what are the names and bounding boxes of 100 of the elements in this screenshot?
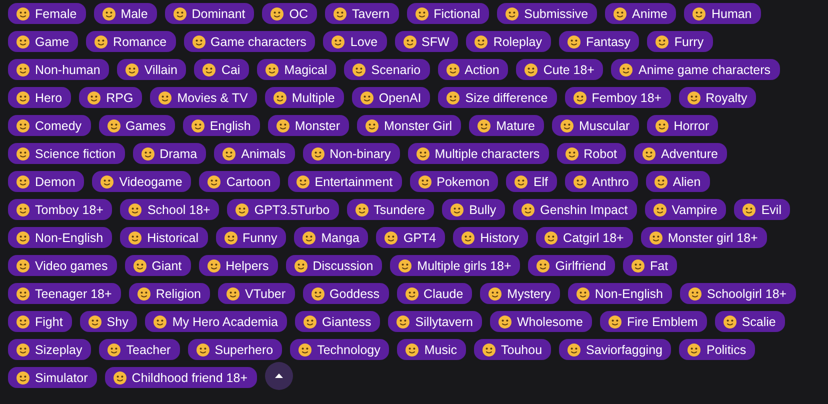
tag-button[interactable]: RPG — [79, 87, 142, 108]
tag-button[interactable]: Helpers — [198, 255, 278, 276]
tag-button[interactable]: Funny — [216, 227, 286, 248]
tag-button[interactable]: OpenAI — [352, 87, 430, 108]
tag-button[interactable]: Game — [8, 31, 78, 52]
tag-button[interactable]: Goddess — [302, 283, 389, 304]
tag-button[interactable]: Non-binary — [302, 143, 400, 164]
tag-button[interactable]: Girlfriend — [528, 255, 616, 276]
tag-button[interactable]: Villain — [117, 59, 186, 80]
tag-button[interactable]: Scalie — [714, 311, 785, 332]
tag-button[interactable]: Cartoon — [199, 171, 280, 192]
tag-button[interactable]: Giant — [124, 255, 191, 276]
tag-button[interactable]: Game characters — [184, 31, 316, 52]
tag-button[interactable]: Vampire — [644, 199, 726, 220]
tag-button[interactable]: Adventure — [634, 143, 727, 164]
tag-button[interactable]: Multiple girls 18+ — [390, 255, 520, 276]
tag-button[interactable]: Roleplay — [466, 31, 551, 52]
tag-button[interactable]: Alien — [646, 171, 710, 192]
tag-button[interactable]: Animals — [214, 143, 295, 164]
tag-button[interactable]: Submissive — [497, 3, 598, 24]
tag-button[interactable]: Love — [323, 31, 387, 52]
tag-button[interactable]: Historical — [120, 227, 208, 248]
tag-button[interactable]: Giantess — [294, 311, 380, 332]
tag-button[interactable]: Elf — [506, 171, 558, 192]
tag-button[interactable]: Size difference — [438, 87, 557, 108]
tag-button[interactable]: Monster — [268, 115, 349, 136]
tag-button[interactable]: Non-English — [568, 283, 672, 304]
tag-button[interactable]: Entertainment — [288, 171, 402, 192]
tag-button[interactable]: History — [453, 227, 528, 248]
tag-button[interactable]: Saviorfagging — [559, 339, 672, 360]
tag-button[interactable]: Technology — [290, 339, 390, 360]
tag-button[interactable]: Video games — [8, 255, 117, 276]
tag-button[interactable]: Robot — [556, 143, 626, 164]
tag-button[interactable]: Schoolgirl 18+ — [680, 283, 796, 304]
tag-button[interactable]: Simulator — [8, 367, 97, 388]
tag-button[interactable]: Superhero — [188, 339, 282, 360]
tag-button[interactable]: GPT3.5Turbo — [227, 199, 339, 220]
tag-button[interactable]: Fire Emblem — [600, 311, 707, 332]
tag-button[interactable]: SFW — [394, 31, 458, 52]
tag-button[interactable]: Religion — [128, 283, 210, 304]
tag-button[interactable]: Games — [98, 115, 175, 136]
tag-button[interactable]: Touhou — [474, 339, 552, 360]
tag-button[interactable]: VTuber — [218, 283, 295, 304]
tag-button[interactable]: Monster girl 18+ — [640, 227, 767, 248]
tag-button[interactable]: Drama — [132, 143, 206, 164]
tag-button[interactable]: Mature — [469, 115, 544, 136]
tag-button[interactable]: Sizeplay — [8, 339, 92, 360]
tag-button[interactable]: Sillytavern — [388, 311, 482, 332]
tag-button[interactable]: Action — [438, 59, 508, 80]
tag-button[interactable]: Science fiction — [8, 143, 125, 164]
tag-button[interactable]: Male — [94, 3, 157, 24]
tag-button[interactable]: Non-human — [8, 59, 110, 80]
tag-button[interactable]: Claude — [396, 283, 472, 304]
tag-button[interactable]: Romance — [86, 31, 176, 52]
tag-button[interactable]: Multiple — [264, 87, 344, 108]
tag-button[interactable]: Muscular — [552, 115, 639, 136]
tag-button[interactable]: Teacher — [99, 339, 180, 360]
tag-button[interactable]: Tomboy 18+ — [8, 199, 112, 220]
tag-button[interactable]: OC — [262, 3, 318, 24]
tag-button[interactable]: Evil — [734, 199, 790, 220]
tag-button[interactable]: Politics — [679, 339, 756, 360]
tag-button[interactable]: Comedy — [8, 115, 91, 136]
tag-button[interactable]: Femboy 18+ — [564, 87, 671, 108]
tag-button[interactable]: Royalty — [678, 87, 756, 108]
tag-button[interactable]: Catgirl 18+ — [536, 227, 633, 248]
tag-button[interactable]: Childhood friend 18+ — [104, 367, 257, 388]
tag-button[interactable]: Wholesome — [490, 311, 592, 332]
tag-button[interactable]: Movies & TV — [150, 87, 257, 108]
tag-button[interactable]: Anthro — [565, 171, 638, 192]
collapse-button[interactable] — [264, 362, 293, 390]
tag-button[interactable]: Horror — [646, 115, 718, 136]
tag-button[interactable]: Music — [397, 339, 466, 360]
tag-button[interactable]: Non-English — [8, 227, 112, 248]
tag-button[interactable]: Human — [684, 3, 761, 24]
tag-button[interactable]: Cute 18+ — [516, 59, 604, 80]
tag-button[interactable]: Tavern — [325, 3, 399, 24]
tag-button[interactable]: Videogame — [92, 171, 192, 192]
tag-button[interactable]: Hero — [8, 87, 72, 108]
tag-button[interactable]: Anime game characters — [611, 59, 780, 80]
tag-button[interactable]: Fight — [8, 311, 72, 332]
tag-button[interactable]: Furry — [647, 31, 713, 52]
tag-button[interactable]: My Hero Academia — [145, 311, 287, 332]
tag-button[interactable]: Scenario — [344, 59, 430, 80]
tag-button[interactable]: Manga — [294, 227, 368, 248]
tag-button[interactable]: GPT4 — [376, 227, 446, 248]
tag-button[interactable]: Fantasy — [558, 31, 640, 52]
tag-button[interactable]: Cai — [194, 59, 250, 80]
tag-button[interactable]: Pokemon — [410, 171, 498, 192]
tag-button[interactable]: Multiple characters — [408, 143, 549, 164]
tag-button[interactable]: Mystery — [480, 283, 560, 304]
tag-button[interactable]: Dominant — [164, 3, 254, 24]
tag-button[interactable]: Demon — [8, 171, 84, 192]
tag-button[interactable]: Female — [8, 3, 86, 24]
tag-button[interactable]: Tsundere — [346, 199, 434, 220]
tag-button[interactable]: Fat — [623, 255, 678, 276]
tag-button[interactable]: Magical — [257, 59, 336, 80]
tag-button[interactable]: Shy — [80, 311, 138, 332]
tag-button[interactable]: Anime — [605, 3, 676, 24]
tag-button[interactable]: English — [182, 115, 260, 136]
tag-button[interactable]: Bully — [442, 199, 506, 220]
